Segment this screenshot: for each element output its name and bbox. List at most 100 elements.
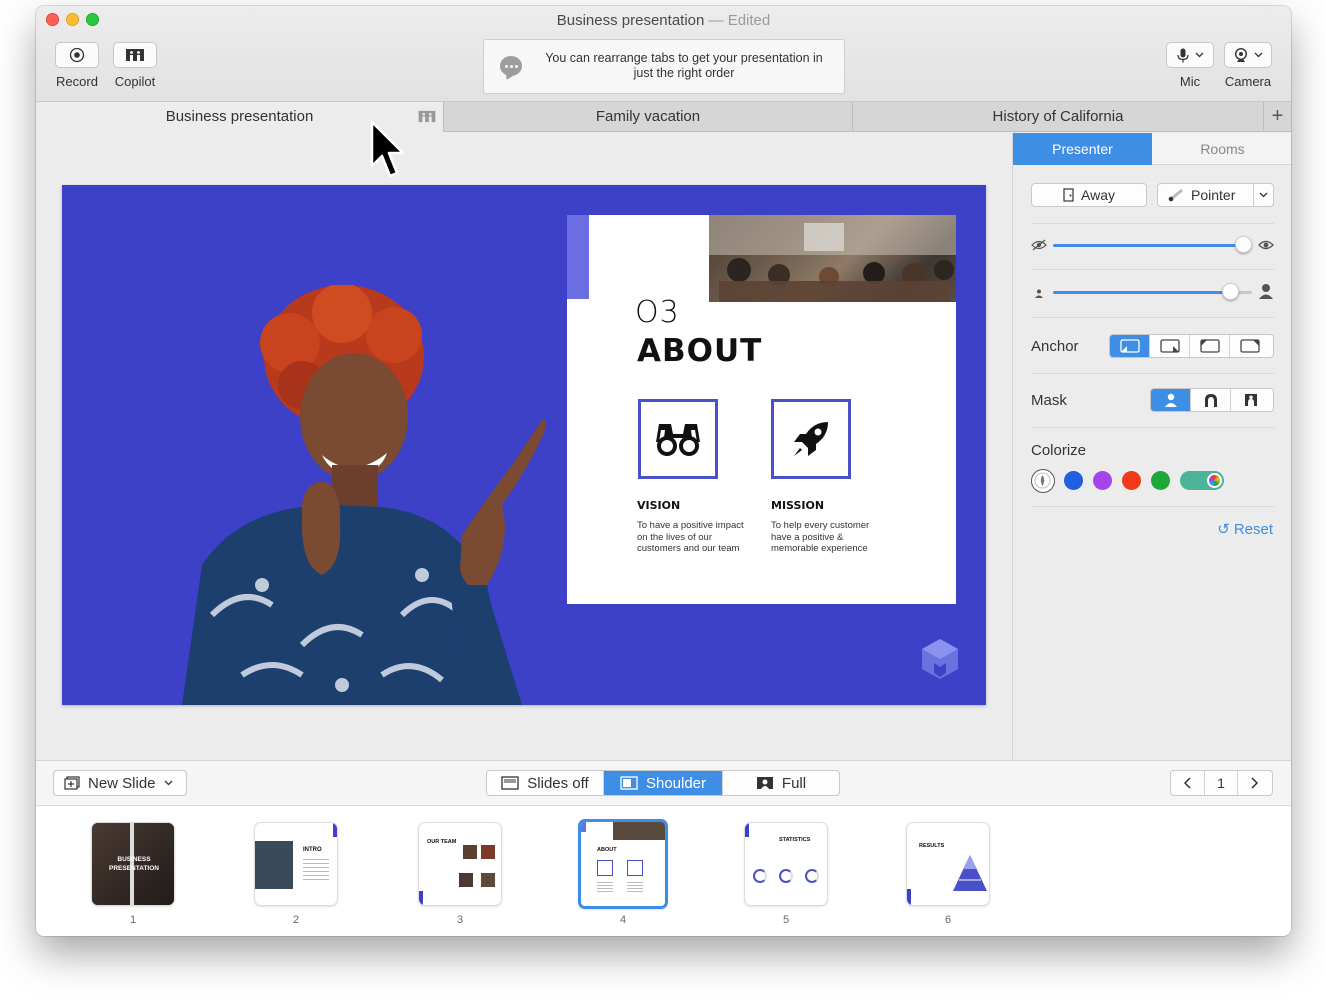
binoculars-icon <box>656 424 700 456</box>
tab-rooms[interactable]: Rooms <box>1153 133 1291 165</box>
copilot-icon <box>126 49 144 61</box>
pointer-dropdown[interactable] <box>1253 184 1273 206</box>
previous-slide-button[interactable] <box>1171 771 1205 795</box>
thumbnail-title: ABOUT <box>597 847 617 853</box>
camera-label: Camera <box>1224 74 1272 89</box>
person-icon <box>1164 393 1177 407</box>
document-name: Business presentation <box>556 12 705 29</box>
no-color-icon <box>1034 472 1051 489</box>
vision-title: VISION <box>637 499 681 512</box>
color-red-swatch[interactable] <box>1122 471 1141 490</box>
meeting-photo <box>709 215 956 302</box>
slide-canvas-area: O3 ABOUT VISION To have a positive impac… <box>36 133 1012 760</box>
anchor-top-left-icon <box>1199 339 1220 353</box>
slide-thumbnail-5[interactable]: STATISTICS <box>744 822 828 906</box>
anchor-top-left-button[interactable] <box>1190 335 1230 357</box>
slide-thumbnail-6[interactable]: RESULTS <box>906 822 990 906</box>
slide-thumbnail-1[interactable]: BUSINESS PRESENTATION <box>91 822 175 906</box>
vision-icon-box <box>638 399 718 479</box>
mask-rectangle-button[interactable] <box>1231 389 1271 411</box>
pointer-button[interactable]: Pointer <box>1157 183 1274 207</box>
mask-label: Mask <box>1031 392 1067 409</box>
microphone-icon <box>1176 48 1189 62</box>
divider <box>1031 373 1274 374</box>
view-slides-off-button[interactable]: Slides off <box>487 771 604 795</box>
slide-thumbnail-strip: BUSINESS PRESENTATION 1 INTRO 2 OUR TEAM… <box>36 806 1291 936</box>
mask-none-button[interactable] <box>1151 389 1191 411</box>
view-full-button[interactable]: Full <box>722 771 839 795</box>
chevron-down-icon <box>1259 192 1268 198</box>
tab-presenter[interactable]: Presenter <box>1013 133 1152 165</box>
slide-thumbnail-2[interactable]: INTRO <box>254 822 338 906</box>
thumbnail-number: 4 <box>619 914 627 926</box>
tab-label: History of California <box>992 108 1124 125</box>
bottom-toolbar: New Slide Slides off Shoulder Full 1 <box>36 760 1291 806</box>
current-slide[interactable]: O3 ABOUT VISION To have a positive impac… <box>62 185 986 705</box>
rocket-icon <box>794 422 828 456</box>
panel-tabs: Presenter Rooms <box>1013 133 1291 165</box>
thumbnail-title: INTRO <box>303 847 322 853</box>
visibility-slider-fill <box>1053 244 1242 247</box>
mission-title: MISSION <box>771 499 825 512</box>
reset-button[interactable]: ↺ Reset <box>1217 520 1273 538</box>
chat-bubble-icon <box>500 56 522 76</box>
new-slide-button[interactable]: New Slide <box>53 770 187 796</box>
divider <box>1031 269 1274 270</box>
size-slider[interactable] <box>1222 283 1239 300</box>
copilot-button[interactable] <box>113 42 157 68</box>
away-button[interactable]: Away <box>1031 183 1147 207</box>
copilot-tool[interactable]: Copilot <box>113 42 157 89</box>
slide-pager: 1 <box>1170 770 1273 796</box>
thumbnail-title: BUSINESS PRESENTATION <box>109 856 159 872</box>
size-slider-fill <box>1053 291 1227 294</box>
record-tool[interactable]: Record <box>55 42 99 89</box>
person-small-icon <box>1035 289 1043 298</box>
color-wheel-icon <box>1207 473 1222 488</box>
brand-logo <box>922 639 958 679</box>
add-tab-button[interactable]: + <box>1263 102 1291 132</box>
anchor-bottom-left-button[interactable] <box>1110 335 1150 357</box>
mask-selector <box>1150 388 1274 412</box>
anchor-top-right-button[interactable] <box>1230 335 1270 357</box>
person-large-icon <box>1259 284 1273 299</box>
record-button[interactable] <box>55 42 99 68</box>
divider <box>1031 427 1274 428</box>
color-purple-swatch[interactable] <box>1093 471 1112 490</box>
camera-button[interactable] <box>1224 42 1272 68</box>
mask-circle-button[interactable] <box>1191 389 1231 411</box>
view-label: Full <box>781 774 807 792</box>
next-slide-button[interactable] <box>1238 771 1272 795</box>
thumbnail-number: 2 <box>292 914 300 926</box>
visibility-slider[interactable] <box>1235 236 1252 253</box>
tab-history-of-california[interactable]: History of California <box>853 102 1263 132</box>
custom-color-toggle[interactable] <box>1180 471 1224 490</box>
slides-off-icon <box>501 776 519 790</box>
chevron-left-icon <box>1184 777 1191 789</box>
anchor-bottom-right-button[interactable] <box>1150 335 1190 357</box>
record-label: Record <box>56 74 98 89</box>
page-number-field[interactable]: 1 <box>1205 771 1239 795</box>
pointer-label: Pointer <box>1191 187 1236 203</box>
tip-notice: You can rearrange tabs to get your prese… <box>483 39 845 94</box>
tab-family-vacation[interactable]: Family vacation <box>444 102 853 132</box>
color-green-swatch[interactable] <box>1151 471 1170 490</box>
color-blue-swatch[interactable] <box>1064 471 1083 490</box>
slide-thumbnail-4[interactable]: ABOUT <box>578 819 668 909</box>
color-none-swatch[interactable] <box>1031 469 1055 493</box>
meeting-photo-graphic <box>709 215 956 302</box>
titlebar: Business presentation — Edited Record Co… <box>36 6 1291 102</box>
anchor-bottom-left-icon <box>1119 339 1140 353</box>
circle-mask-icon <box>1204 394 1217 407</box>
anchor-top-right-icon <box>1240 339 1260 353</box>
mic-tool[interactable]: Mic <box>1166 42 1214 89</box>
mic-button[interactable] <box>1166 42 1214 68</box>
view-shoulder-button[interactable]: Shoulder <box>604 771 722 795</box>
chevron-down-icon <box>1254 52 1262 58</box>
view-mode-selector: Slides off Shoulder Full <box>486 770 840 796</box>
section-number: O3 <box>635 295 680 330</box>
chevron-down-icon <box>1195 52 1203 58</box>
full-view-icon <box>756 777 773 789</box>
slide-thumbnail-3[interactable]: OUR TEAM <box>418 822 502 906</box>
reset-label: Reset <box>1233 521 1273 538</box>
camera-tool[interactable]: Camera <box>1224 42 1272 89</box>
